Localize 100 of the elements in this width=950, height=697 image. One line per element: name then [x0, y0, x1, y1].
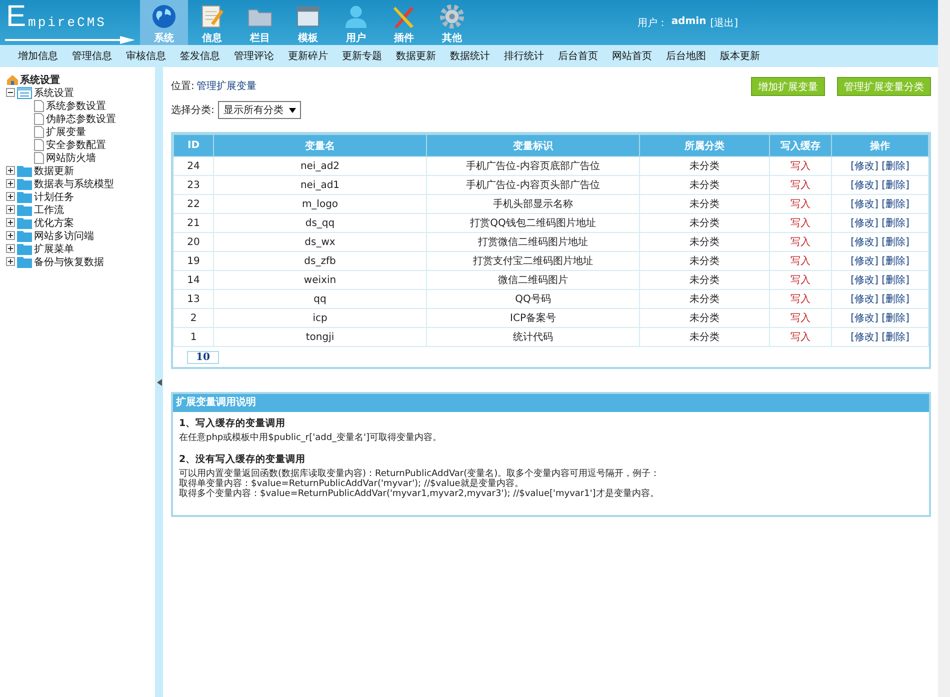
tree-item[interactable]: 系统设置 [34, 86, 74, 100]
submenu-link[interactable]: 数据更新 [396, 49, 436, 63]
folder-icon [17, 164, 32, 176]
folder-icon [17, 178, 32, 190]
panel-title: 扩展变量调用说明 [173, 394, 929, 412]
edit-link[interactable]: [修改] [850, 313, 878, 324]
submenu-link[interactable]: 增加信息 [18, 49, 58, 63]
submenu-link[interactable]: 数据统计 [450, 49, 490, 63]
write-cache-link[interactable]: 写入 [790, 161, 810, 172]
tree-item[interactable]: 计划任务 [34, 190, 74, 204]
delete-link[interactable]: [删除] [882, 294, 910, 305]
expand-icon[interactable] [6, 205, 15, 214]
table-cell: 未分类 [640, 252, 770, 270]
table-cell: 微信二维码图片 [426, 270, 640, 290]
window-icon [295, 4, 321, 29]
delete-link[interactable]: [删除] [882, 237, 910, 248]
delete-link[interactable]: [删除] [882, 332, 910, 343]
tree-item[interactable]: 扩展变量 [46, 124, 86, 138]
column-header: 变量标识 [426, 134, 640, 156]
category-select[interactable]: 显示所有分类 [218, 101, 302, 119]
tree-item[interactable]: 伪静态参数设置 [46, 112, 116, 126]
expand-icon[interactable] [6, 192, 15, 201]
delete-link[interactable]: [删除] [882, 256, 910, 267]
write-cache-link[interactable]: 写入 [790, 180, 810, 191]
delete-link[interactable]: [删除] [882, 218, 910, 229]
expand-icon[interactable] [6, 231, 15, 240]
table-cell: 24 [174, 156, 214, 176]
write-cache-link[interactable]: 写入 [790, 256, 810, 267]
submenu-link[interactable]: 更新碎片 [288, 49, 328, 63]
tree-item[interactable]: 优化方案 [34, 216, 74, 230]
collapse-icon[interactable] [6, 88, 15, 97]
submenu-link[interactable]: 管理评论 [234, 49, 274, 63]
page-icon [34, 112, 44, 124]
edit-link[interactable]: [修改] [850, 161, 878, 172]
user-label: 用户： [637, 16, 668, 30]
help-text: 取得单变量内容：$value=ReturnPublicAddVar('myvar'); //$value就是变量内容。 [179, 479, 524, 489]
expand-icon[interactable] [6, 244, 15, 253]
submenu-link[interactable]: 后台地图 [666, 49, 706, 63]
table-cell: 1 [174, 328, 214, 346]
submenu-link[interactable]: 后台首页 [558, 49, 598, 63]
table-cell: 未分类 [640, 270, 770, 290]
write-cache-link[interactable]: 写入 [790, 332, 810, 343]
folder-icon [17, 256, 32, 268]
delete-link[interactable]: [删除] [882, 313, 910, 324]
tree-root-label: 系统设置 [20, 74, 60, 86]
delete-link[interactable]: [删除] [882, 180, 910, 191]
edit-link[interactable]: [修改] [850, 237, 878, 248]
delete-link[interactable]: [删除] [882, 199, 910, 210]
collapse-arrow-icon[interactable] [156, 378, 162, 386]
edit-link[interactable]: [修改] [850, 199, 878, 210]
submenu-link[interactable]: 排行统计 [504, 49, 544, 63]
tree-item[interactable]: 扩展菜单 [34, 242, 74, 256]
expand-icon[interactable] [6, 179, 15, 188]
tree-item[interactable]: 系统参数设置 [46, 98, 106, 112]
tree-item[interactable]: 网站多访问端 [34, 228, 94, 242]
tree-item[interactable]: 安全参数配置 [46, 138, 106, 152]
write-cache-link[interactable]: 写入 [790, 218, 810, 229]
delete-link[interactable]: [删除] [882, 275, 910, 286]
submenu-link[interactable]: 网站首页 [612, 49, 652, 63]
tree-item[interactable]: 工作流 [34, 202, 64, 216]
submenu-link[interactable]: 版本更新 [720, 49, 760, 63]
expand-icon[interactable] [6, 257, 15, 266]
expand-icon[interactable] [6, 166, 15, 175]
table-cell: icp [214, 308, 426, 328]
submenu-link[interactable]: 更新专题 [342, 49, 382, 63]
submenu-link[interactable]: 审核信息 [126, 49, 166, 63]
delete-link[interactable]: [删除] [882, 161, 910, 172]
table-cell: 14 [174, 270, 214, 290]
write-cache-link[interactable]: 写入 [790, 294, 810, 305]
write-cache-link[interactable]: 写入 [790, 313, 810, 324]
column-header: ID [174, 134, 214, 156]
table-cell: 22 [174, 194, 214, 214]
filter-label: 选择分类: [171, 104, 214, 117]
page-icon [34, 126, 44, 138]
tree-item[interactable]: 数据表与系统模型 [34, 176, 114, 190]
tree-item[interactable]: 网站防火墙 [46, 150, 96, 164]
section-heading: 2、没有写入缓存的变量调用 [179, 453, 307, 466]
write-cache-link[interactable]: 写入 [790, 199, 810, 210]
home-icon [6, 74, 19, 86]
table-cell: 打赏微信二维码图片地址 [426, 232, 640, 252]
table-cell: 手机广告位-内容页头部广告位 [426, 176, 640, 194]
expand-icon[interactable] [6, 218, 15, 227]
edit-link[interactable]: [修改] [850, 218, 878, 229]
write-cache-link[interactable]: 写入 [790, 275, 810, 286]
edit-link[interactable]: [修改] [850, 275, 878, 286]
breadcrumb-link[interactable]: 管理扩展变量 [196, 79, 256, 93]
write-cache-link[interactable]: 写入 [790, 237, 810, 248]
edit-link[interactable]: [修改] [850, 180, 878, 191]
submenu-link[interactable]: 管理信息 [72, 49, 112, 63]
tree-item[interactable]: 数据更新 [34, 164, 74, 178]
help-text: 在任意php或模板中用$public_r['add_变量名']可取得变量内容。 [179, 433, 443, 443]
dropdown-icon [289, 108, 296, 112]
submenu-link[interactable]: 签发信息 [180, 49, 220, 63]
tree-item[interactable]: 备份与恢复数据 [34, 254, 104, 268]
table-cell: 23 [174, 176, 214, 194]
edit-link[interactable]: [修改] [850, 332, 878, 343]
edit-link[interactable]: [修改] [850, 294, 878, 305]
table-cell: 手机广告位-内容页底部广告位 [426, 156, 640, 176]
user-icon [343, 4, 369, 29]
edit-link[interactable]: [修改] [850, 256, 878, 267]
